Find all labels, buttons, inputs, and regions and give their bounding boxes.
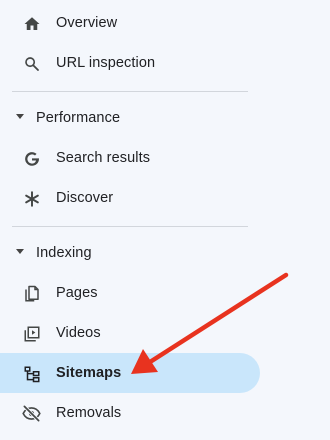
nav-item-discover[interactable]: Discover (0, 178, 260, 218)
nav-item-label: Discover (56, 190, 114, 206)
videos-icon (22, 324, 41, 343)
sidebar-nav: Overview URL inspection Performance Sear… (0, 0, 260, 440)
eye-off-icon (22, 404, 41, 423)
asterisk-icon (22, 189, 41, 208)
nav-item-removals[interactable]: Removals (0, 393, 260, 433)
caret-down-icon (16, 249, 24, 254)
section-title: Indexing (36, 245, 92, 261)
nav-item-label: Removals (56, 405, 122, 421)
nav-item-label: URL inspection (56, 55, 156, 71)
pages-icon (22, 284, 41, 303)
nav-item-search-results[interactable]: Search results (0, 138, 260, 178)
section-header-indexing[interactable]: Indexing (0, 238, 248, 268)
nav-item-label: Sitemaps (56, 365, 122, 381)
sitemap-icon (22, 364, 41, 383)
caret-down-icon (16, 114, 24, 119)
divider (12, 91, 248, 92)
nav-item-sitemaps[interactable]: Sitemaps (0, 353, 260, 393)
home-icon (22, 14, 41, 33)
nav-item-label: Pages (56, 285, 98, 301)
google-g-icon (22, 149, 41, 168)
nav-item-label: Videos (56, 325, 101, 341)
nav-item-overview[interactable]: Overview (0, 3, 260, 43)
nav-item-url-inspection[interactable]: URL inspection (0, 43, 260, 83)
nav-item-videos[interactable]: Videos (0, 313, 260, 353)
section-title: Performance (36, 110, 121, 126)
nav-item-label: Overview (56, 15, 118, 31)
divider (12, 226, 248, 227)
section-header-performance[interactable]: Performance (0, 103, 248, 133)
search-icon (22, 54, 41, 73)
nav-item-label: Search results (56, 150, 151, 166)
nav-item-pages[interactable]: Pages (0, 273, 260, 313)
